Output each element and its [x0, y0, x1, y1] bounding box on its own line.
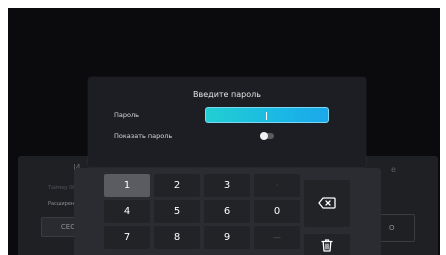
- key-2[interactable]: 2: [154, 174, 200, 197]
- on-screen-keyboard: 1 2 3 · 4 5 6 0 7 8 9 —: [74, 168, 381, 255]
- key-dot[interactable]: ·: [254, 174, 300, 197]
- background-right-option-label: О: [389, 224, 395, 232]
- key-1[interactable]: 1: [104, 174, 150, 197]
- key-5[interactable]: 5: [154, 200, 200, 223]
- password-field[interactable]: [205, 107, 329, 123]
- show-password-label: Показать пароль: [114, 132, 173, 140]
- background-panel-title-right: е: [391, 165, 396, 174]
- key-8[interactable]: 8: [154, 226, 200, 249]
- tv-screen: И е Таймер 06 Расширен CEC О Введите пар…: [8, 8, 440, 255]
- text-caret: [266, 112, 267, 120]
- backspace-key[interactable]: [304, 180, 350, 227]
- dialog-title: Введите пароль: [193, 90, 261, 99]
- password-label: Пароль: [114, 111, 139, 119]
- toggle-knob: [260, 132, 268, 140]
- show-password-toggle[interactable]: [260, 132, 274, 140]
- delete-key[interactable]: [304, 234, 350, 255]
- password-dialog: Введите пароль Пароль Показать пароль: [88, 77, 366, 167]
- key-0[interactable]: 0: [254, 200, 300, 223]
- key-4[interactable]: 4: [104, 200, 150, 223]
- key-9[interactable]: 9: [204, 226, 250, 249]
- background-extended-label: Расширен: [48, 201, 75, 207]
- key-3[interactable]: 3: [204, 174, 250, 197]
- background-timer-label: Таймер 06: [48, 185, 76, 191]
- key-7[interactable]: 7: [104, 226, 150, 249]
- trash-icon: [321, 239, 333, 252]
- backspace-icon: [318, 197, 336, 209]
- key-6[interactable]: 6: [204, 200, 250, 223]
- key-dash[interactable]: —: [254, 226, 300, 249]
